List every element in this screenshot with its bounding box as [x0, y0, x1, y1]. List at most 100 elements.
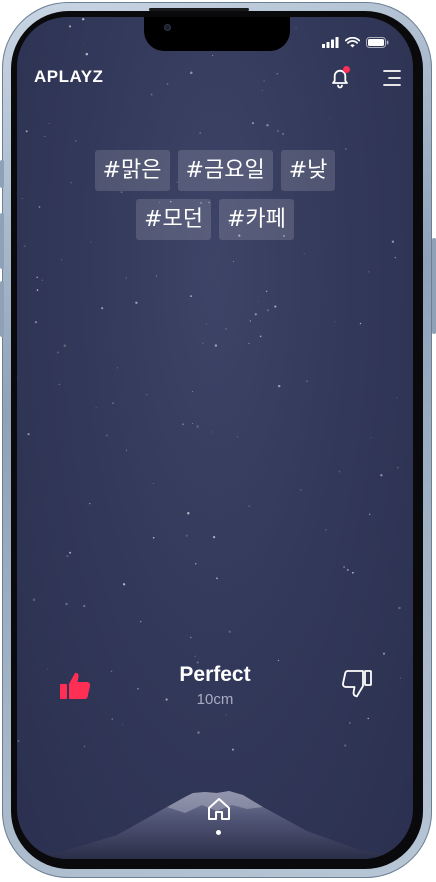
top-speaker	[149, 8, 249, 11]
star	[122, 724, 124, 726]
star	[146, 394, 148, 396]
star	[382, 652, 386, 655]
wifi-icon	[345, 37, 360, 48]
star	[34, 321, 37, 324]
star	[261, 90, 263, 92]
star	[182, 423, 184, 426]
star	[83, 745, 86, 748]
star	[276, 129, 279, 133]
star	[306, 380, 308, 382]
star	[85, 52, 89, 56]
star	[263, 80, 265, 82]
thumbs-down-icon[interactable]	[340, 667, 374, 701]
star	[282, 133, 284, 135]
star	[233, 260, 235, 263]
star	[277, 384, 281, 388]
star	[276, 72, 279, 75]
star	[190, 71, 193, 75]
star	[36, 276, 38, 279]
volume-down-button	[0, 281, 4, 337]
star	[248, 505, 251, 507]
star	[166, 83, 169, 85]
tag-chip[interactable]: #카페	[219, 199, 294, 240]
star	[349, 722, 351, 724]
volume-up-button	[0, 213, 4, 269]
star	[82, 18, 85, 21]
power-button	[432, 238, 436, 334]
star	[251, 122, 254, 125]
star	[236, 436, 238, 438]
star	[83, 605, 86, 607]
star	[111, 718, 113, 720]
star	[329, 117, 331, 119]
tag-chip[interactable]: #모던	[136, 199, 211, 240]
star	[231, 748, 234, 751]
star	[214, 344, 218, 347]
status-bar	[322, 37, 389, 48]
star	[153, 483, 155, 484]
star	[69, 551, 72, 554]
star	[32, 598, 36, 601]
star	[185, 534, 188, 537]
star	[61, 259, 63, 261]
star	[194, 655, 196, 658]
star	[338, 470, 341, 473]
star	[343, 566, 345, 568]
star	[17, 740, 20, 742]
star	[380, 474, 383, 477]
star	[66, 554, 69, 558]
star	[212, 535, 216, 539]
star	[68, 25, 72, 28]
star	[83, 44, 85, 46]
home-icon[interactable]	[206, 796, 232, 822]
tag-chip[interactable]: #맑은	[94, 150, 170, 191]
star	[195, 563, 197, 565]
star	[359, 322, 362, 325]
tag-chip[interactable]: #금요일	[177, 150, 273, 191]
star	[367, 717, 369, 720]
notification-badge	[343, 66, 350, 73]
star	[152, 536, 155, 539]
star	[295, 27, 297, 29]
star	[210, 431, 212, 433]
star	[112, 402, 115, 405]
star	[190, 295, 192, 297]
star	[27, 433, 30, 436]
star	[192, 423, 193, 425]
star	[187, 511, 190, 515]
star	[325, 529, 327, 531]
star	[344, 744, 347, 747]
star	[58, 383, 61, 386]
star	[202, 342, 204, 344]
tag-row: #모던 #카페	[17, 199, 413, 240]
star	[300, 489, 302, 491]
menu-icon[interactable]	[381, 68, 401, 88]
home-indicator-dot	[216, 830, 221, 835]
tag-row: #맑은 #금요일 #낮	[17, 150, 413, 191]
star	[266, 124, 269, 127]
signal-icon	[322, 37, 339, 48]
star	[396, 397, 398, 399]
star	[254, 313, 257, 316]
star	[211, 54, 214, 57]
star	[116, 367, 118, 369]
star	[44, 136, 46, 137]
notch	[144, 17, 290, 51]
star	[122, 583, 126, 586]
screen: APLAYZ #맑은 #금요일 #낮 #모던 #카페 Perfect 10cm	[17, 17, 413, 859]
star	[192, 391, 193, 393]
silent-switch	[0, 160, 4, 188]
star	[150, 93, 153, 96]
star	[225, 328, 227, 330]
star	[197, 731, 200, 734]
star	[258, 300, 260, 302]
star	[346, 568, 349, 571]
star	[63, 344, 67, 347]
star	[105, 434, 108, 437]
star	[17, 376, 18, 379]
camera	[164, 24, 171, 31]
star	[95, 406, 97, 409]
tag-chip[interactable]: #낮	[280, 150, 336, 191]
star	[334, 321, 336, 323]
star	[392, 17, 394, 20]
